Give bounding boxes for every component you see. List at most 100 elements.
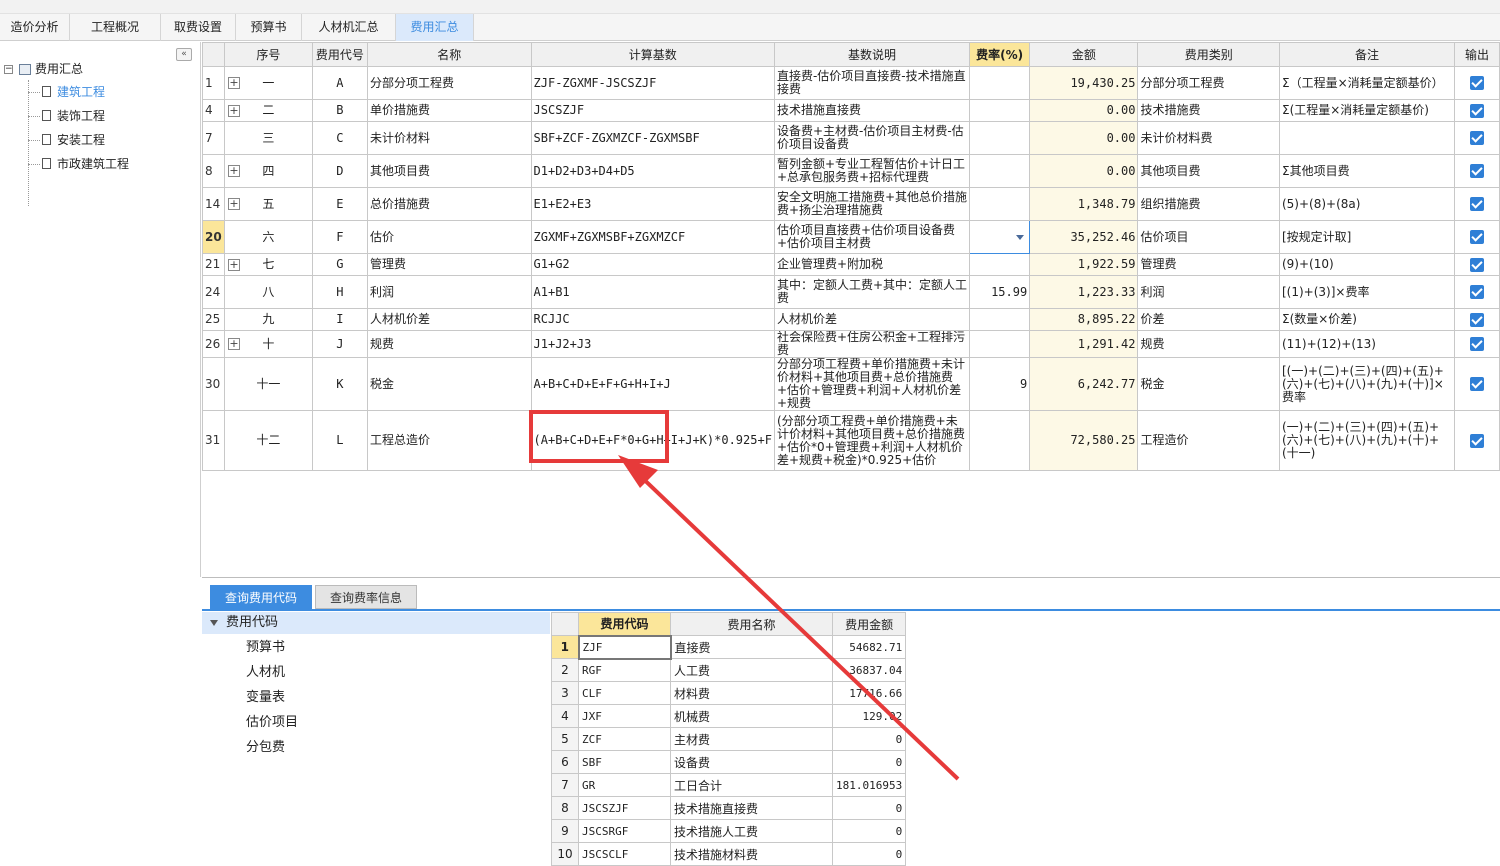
table-row[interactable]: 2 RGF 人工费 36837.04 <box>551 658 907 682</box>
expand-row-icon[interactable]: + <box>227 258 240 271</box>
table-row[interactable]: 3 CLF 材料费 17716.66 <box>551 681 907 705</box>
base-formula-cell[interactable]: G1+G2 <box>530 253 775 276</box>
base-desc-cell[interactable]: 社会保险费+住房公积金+工程排污费 <box>773 330 971 358</box>
seq-cell[interactable]: + 二 <box>223 99 313 122</box>
base-desc-cell[interactable]: 安全文明施工措施费+其他总价措施费+扬尘治理措施费 <box>773 187 971 221</box>
output-checkbox[interactable] <box>1470 337 1485 351</box>
base-formula-cell[interactable]: A+B+C+D+E+F+G+H+I+J <box>530 357 775 411</box>
chevron-down-icon[interactable] <box>210 619 218 626</box>
expand-row-icon[interactable]: + <box>227 104 240 117</box>
output-checkbox[interactable] <box>1470 76 1485 90</box>
base-desc-cell[interactable]: 人材机价差 <box>773 308 971 331</box>
seq-cell[interactable]: + 一 <box>223 66 313 100</box>
code-name-cell[interactable]: 技术措施材料费 <box>670 842 833 866</box>
seq-cell[interactable]: 十二 <box>223 410 313 471</box>
tree-item-subcontract[interactable]: 分包费 <box>246 738 285 758</box>
fee-code-cell[interactable]: E <box>311 187 368 221</box>
output-cell[interactable] <box>1454 330 1500 358</box>
col-header-rate[interactable]: 费率(%) <box>969 42 1031 67</box>
code-cell[interactable]: JSCSRGF <box>578 819 671 843</box>
code-name-cell[interactable]: 主材费 <box>670 727 833 751</box>
name-cell[interactable]: 人材机价差 <box>366 308 532 331</box>
tree-item-decoration[interactable]: 装饰工程 <box>28 106 105 126</box>
tab-fee-summary[interactable]: 费用汇总 <box>396 14 474 41</box>
output-checkbox[interactable] <box>1470 312 1485 327</box>
base-desc-cell[interactable]: 分部分项工程费+单价措施费+未计价材料+其他项目费+总价措施费+估价+管理费+利… <box>773 357 971 411</box>
fee-code-cell[interactable]: F <box>311 220 368 254</box>
rate-cell[interactable] <box>969 187 1031 221</box>
table-row[interactable]: 30 十一 K 税金 A+B+C+D+E+F+G+H+I+J 分部分项工程费+单价措施费+… <box>202 357 1500 411</box>
code-cell[interactable]: JSCSCLF <box>578 842 671 866</box>
remark-cell[interactable]: (11)+(12)+(13) <box>1278 330 1456 358</box>
category-cell[interactable]: 规费 <box>1137 330 1280 358</box>
base-desc-cell[interactable]: 技术措施直接费 <box>773 99 971 122</box>
rate-cell[interactable] <box>969 121 1031 155</box>
base-formula-cell[interactable]: ZJF-ZGXMF-JSCSZJF <box>530 66 775 100</box>
name-cell[interactable]: 估价 <box>366 220 532 254</box>
output-checkbox[interactable] <box>1470 230 1485 244</box>
output-checkbox[interactable] <box>1470 285 1485 299</box>
col-header-amount[interactable]: 金额 <box>1029 42 1139 67</box>
code-name-cell[interactable]: 直接费 <box>670 635 833 659</box>
base-formula-cell[interactable]: JSCSZJF <box>530 99 775 122</box>
tab-project-overview[interactable]: 工程概况 <box>70 14 161 41</box>
collapse-node-icon[interactable]: − <box>4 65 13 74</box>
category-cell[interactable]: 工程造价 <box>1137 410 1280 471</box>
seq-cell[interactable]: 八 <box>223 275 313 309</box>
collapse-panel-icon[interactable]: « <box>176 48 192 61</box>
base-desc-cell[interactable]: 估价项目直接费+估价项目设备费+估价项目主材费 <box>773 220 971 254</box>
remark-cell[interactable]: (9)+(10) <box>1278 253 1456 276</box>
table-row[interactable]: 9 JSCSRGF 技术措施人工费 0 <box>551 819 907 843</box>
fee-code-cell[interactable]: D <box>311 154 368 188</box>
seq-cell[interactable]: 六 <box>223 220 313 254</box>
output-checkbox[interactable] <box>1470 131 1485 145</box>
table-row[interactable]: 24 八 H 利润 A1+B1 其中：定额人工费+其中：定额人工费 15.99 1,223.3… <box>202 275 1500 309</box>
table-row[interactable]: 14 + 五 E 总价措施费 E1+E2+E3 安全文明施工措施费+其他总价措施费+扬尘治理… <box>202 187 1500 221</box>
fee-code-cell[interactable]: C <box>311 121 368 155</box>
base-desc-cell[interactable]: 其中：定额人工费+其中：定额人工费 <box>773 275 971 309</box>
tab-query-rate-info[interactable]: 查询费率信息 <box>315 585 417 609</box>
table-row[interactable]: 8 JSCSZJF 技术措施直接费 0 <box>551 796 907 820</box>
output-cell[interactable] <box>1454 410 1500 471</box>
code-cell[interactable]: JXF <box>578 704 671 728</box>
table-row[interactable]: 7 三 C 未计价材料 SBF+ZCF-ZGXMZCF-ZGXMSBF 设备费+主材费-估… <box>202 121 1500 155</box>
base-formula-cell[interactable]: (A+B+C+D+E+F*0+G+H+I+J+K)*0.925+F <box>530 410 775 471</box>
code-cell[interactable]: ZCF <box>578 727 671 751</box>
rate-cell[interactable] <box>969 99 1031 122</box>
seq-cell[interactable]: + 四 <box>223 154 313 188</box>
output-cell[interactable] <box>1454 99 1500 122</box>
table-row[interactable]: 31 十二 L 工程总造价 (A+B+C+D+E+F*0+G+H+I+J+K)*0.92… <box>202 410 1500 471</box>
tab-query-fee-code[interactable]: 查询费用代码 <box>210 585 312 609</box>
tree-item-budget-book[interactable]: 预算书 <box>246 638 285 658</box>
base-formula-cell[interactable]: A1+B1 <box>530 275 775 309</box>
category-cell[interactable]: 管理费 <box>1137 253 1280 276</box>
output-cell[interactable] <box>1454 154 1500 188</box>
name-cell[interactable]: 未计价材料 <box>366 121 532 155</box>
name-cell[interactable]: 税金 <box>366 357 532 411</box>
remark-cell[interactable]: [(一)+(二)+(三)+(四)+(五)+(六)+(七)+(八)+(九)+(十)… <box>1278 357 1456 411</box>
code-name-cell[interactable]: 工日合计 <box>670 773 833 797</box>
output-checkbox[interactable] <box>1470 257 1485 272</box>
rate-cell[interactable]: 9 <box>969 357 1031 411</box>
seq-cell[interactable]: + 五 <box>223 187 313 221</box>
base-formula-cell[interactable]: RCJJC <box>530 308 775 331</box>
base-desc-cell[interactable]: (分部分项工程费+单价措施费+未计价材料+其他项目费+总价措施费+估价*0+管理… <box>773 410 971 471</box>
remark-cell[interactable]: (5)+(8)+(8a) <box>1278 187 1456 221</box>
code-name-cell[interactable]: 机械费 <box>670 704 833 728</box>
table-row[interactable]: 5 ZCF 主材费 0 <box>551 727 907 751</box>
col-header-category[interactable]: 费用类别 <box>1137 42 1280 67</box>
tree-item-labor-material[interactable]: 人材机 <box>246 663 285 683</box>
tree-item-building[interactable]: 建筑工程 <box>28 82 105 102</box>
code-cell[interactable]: GR <box>578 773 671 797</box>
table-row[interactable]: 8 + 四 D 其他项目费 D1+D2+D3+D4+D5 暂列金额+专业工程暂估价+计日工+… <box>202 154 1500 188</box>
base-desc-cell[interactable]: 设备费+主材费-估价项目主材费-估价项目设备费 <box>773 121 971 155</box>
table-row[interactable]: 1 ZJF 直接费 54682.71 <box>551 634 907 660</box>
output-cell[interactable] <box>1454 253 1500 276</box>
code-cell[interactable]: CLF <box>578 681 671 705</box>
code-cell[interactable]: RGF <box>578 658 671 682</box>
code-name-cell[interactable]: 设备费 <box>670 750 833 774</box>
base-formula-cell[interactable]: E1+E2+E3 <box>530 187 775 221</box>
remark-cell[interactable]: [按规定计取] <box>1278 220 1456 254</box>
code-cell[interactable]: JSCSZJF <box>578 796 671 820</box>
code-cell[interactable]: SBF <box>578 750 671 774</box>
